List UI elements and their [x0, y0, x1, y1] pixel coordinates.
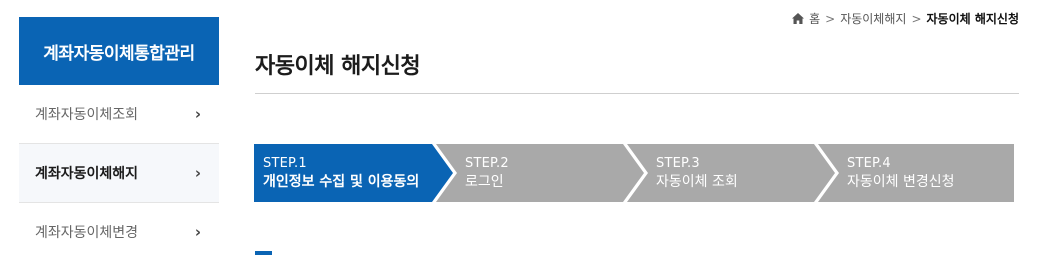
section-heading-marker [255, 251, 272, 255]
sidebar-item-label: 계좌자동이체조회 [35, 107, 139, 123]
sidebar-item-inquiry[interactable]: 계좌자동이체조회 › [19, 85, 219, 144]
sidebar: 계좌자동이체통합관리 계좌자동이체조회 › 계좌자동이체해지 › 계좌자동이체변… [19, 17, 219, 260]
step-1: STEP.1 개인정보 수집 및 이용동의 [263, 144, 419, 202]
step-number: STEP.4 [847, 156, 891, 171]
breadcrumb-level1[interactable]: 자동이체해지 [840, 10, 906, 27]
step-label: 로그인 [465, 174, 504, 190]
home-icon[interactable] [792, 13, 805, 24]
step-progress: STEP.1 개인정보 수집 및 이용동의 STEP.2 로그인 STEP.3 … [254, 144, 1014, 202]
chevron-right-icon: > [911, 11, 922, 26]
step-number: STEP.3 [656, 156, 700, 171]
step-label: 자동이체 변경신청 [847, 174, 955, 190]
step-label: 개인정보 수집 및 이용동의 [263, 174, 420, 190]
breadcrumb: 홈 > 자동이체해지 > 자동이체 해지신청 [792, 10, 1019, 27]
chevron-right-icon: › [194, 223, 201, 241]
breadcrumb-current: 자동이체 해지신청 [926, 12, 1020, 26]
chevron-right-icon: › [194, 105, 201, 123]
breadcrumb-home[interactable]: 홈 [809, 10, 820, 27]
step-2: STEP.2 로그인 [465, 144, 509, 202]
page-title: 자동이체 해지신청 [255, 54, 421, 79]
step-4: STEP.4 자동이체 변경신청 [847, 144, 955, 202]
sidebar-title: 계좌자동이체통합관리 [19, 17, 219, 85]
sidebar-item-label: 계좌자동이체변경 [35, 225, 139, 241]
chevron-right-icon: > [825, 11, 836, 26]
divider [255, 93, 1019, 94]
sidebar-item-change[interactable]: 계좌자동이체변경 › [19, 203, 219, 260]
sidebar-item-label: 계좌자동이체해지 [35, 166, 139, 182]
step-number: STEP.1 [263, 156, 307, 171]
step-3: STEP.3 자동이체 조회 [656, 144, 738, 202]
chevron-right-icon: › [194, 164, 201, 182]
step-label: 자동이체 조회 [656, 174, 738, 190]
step-number: STEP.2 [465, 156, 509, 171]
sidebar-item-cancel[interactable]: 계좌자동이체해지 › [19, 144, 219, 203]
